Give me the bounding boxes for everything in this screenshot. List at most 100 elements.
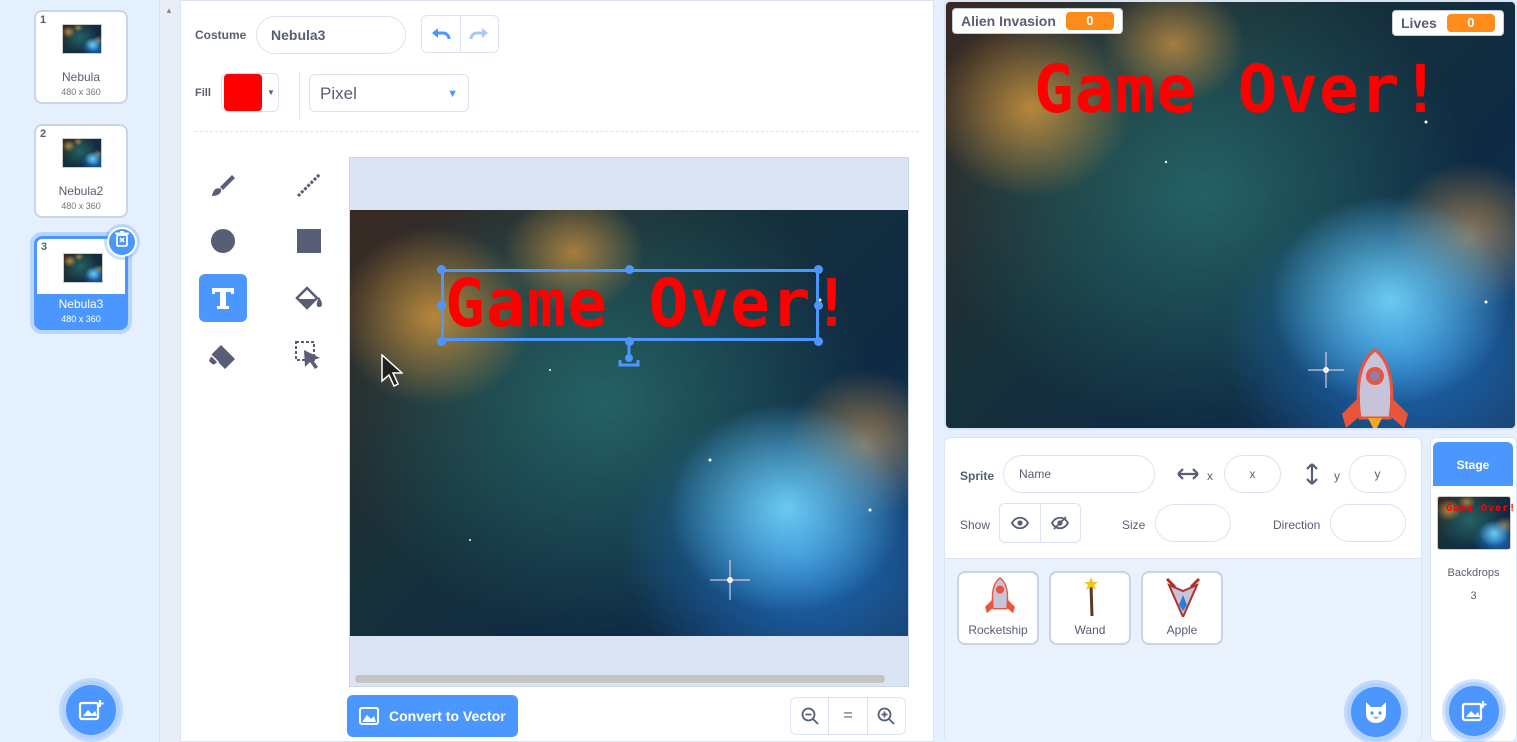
costume-name: Nebula [61, 70, 101, 84]
zoom-out-button[interactable] [791, 698, 828, 734]
backdrops-label: Backdrops [1447, 567, 1500, 579]
select-tool[interactable] [285, 331, 333, 379]
show-button[interactable] [1000, 504, 1040, 542]
line-tool[interactable] [285, 161, 333, 209]
direction-input[interactable] [1330, 504, 1406, 542]
monitor-value: 0 [1065, 12, 1114, 30]
variable-monitor-alien-invasion[interactable]: Alien Invasion 0 [952, 8, 1123, 34]
stage[interactable]: Alien Invasion 0 Lives 0 Game Over! [944, 0, 1517, 430]
zoom-in-icon [877, 707, 895, 725]
divider [195, 131, 919, 132]
zoom-out-icon [801, 707, 819, 725]
mouse-cursor-icon [381, 354, 403, 388]
rectangle-icon [297, 229, 321, 253]
costume-name: Nebula2 [58, 184, 104, 198]
resize-handle[interactable] [437, 301, 446, 310]
costume-tile-nebula2[interactable]: 2 Nebula2 480 x 360 [34, 124, 128, 218]
select-icon [295, 341, 320, 369]
fill-icon [295, 286, 322, 310]
costume-tile-nebula[interactable]: 1 Nebula 480 x 360 [34, 10, 128, 104]
resize-handle[interactable] [437, 265, 446, 274]
eye-slash-icon [1051, 516, 1070, 530]
undo-icon [431, 28, 451, 40]
sprite-name: Wand [1074, 623, 1106, 637]
monitor-value: 0 [1446, 14, 1495, 32]
divider [299, 71, 300, 119]
monitor-label: Alien Invasion [961, 13, 1056, 29]
sprite-tile-apple[interactable]: Apple [1141, 571, 1223, 645]
stage-thumbnail-text: Game Over! [1446, 503, 1517, 514]
rectangle-tool[interactable] [285, 217, 333, 265]
redo-button[interactable] [459, 16, 499, 52]
rotate-handle-icon[interactable] [618, 340, 640, 370]
circle-tool[interactable] [199, 217, 247, 265]
sprite-name-input[interactable]: Name [1003, 455, 1155, 493]
eraser-icon [208, 345, 235, 369]
sprite-name: Rocketship [968, 623, 1028, 637]
zoom-in-button[interactable] [866, 698, 905, 734]
costume-number: 3 [41, 241, 48, 253]
eraser-tool[interactable] [199, 331, 247, 379]
text-selection-box[interactable] [441, 269, 819, 341]
convert-button-label: Convert to Vector [389, 708, 506, 724]
zoom-controls: = [790, 697, 906, 735]
fill-color-swatch [224, 74, 262, 111]
spaceship-icon [1165, 577, 1201, 617]
costume-tile-nebula3[interactable]: 3 Nebula3 480 x 360 [34, 227, 137, 330]
cat-icon [1366, 702, 1386, 723]
bitmap-mode-dropdown[interactable]: Pixel ▼ [309, 74, 469, 112]
undo-button[interactable] [422, 16, 460, 52]
costume-name-input[interactable]: Nebula3 [256, 16, 406, 54]
paint-editor: Costume Nebula3 Fill ▼ Pixel ▼ Game Over… [180, 0, 934, 742]
rocketship-sprite-icon[interactable] [1338, 348, 1412, 430]
choose-costume-button[interactable] [62, 681, 120, 739]
backdrops-count: 3 [1470, 590, 1477, 602]
variable-monitor-lives[interactable]: Lives 0 [1392, 10, 1504, 36]
y-label: y [1334, 469, 1340, 483]
stage-selector[interactable]: Stage Game Over! Backdrops 3 [1430, 437, 1517, 742]
convert-to-vector-button[interactable]: Convert to Vector [347, 695, 518, 737]
zoom-reset-button[interactable]: = [828, 698, 866, 734]
redo-icon [469, 28, 489, 40]
wand-icon [1084, 577, 1098, 617]
rocketship-icon [985, 577, 1015, 614]
direction-label: Direction [1273, 518, 1321, 532]
y-input[interactable]: y [1349, 455, 1406, 493]
costume-number: 1 [40, 14, 47, 26]
sprite-name: Apple [1166, 623, 1198, 637]
resize-handle[interactable] [814, 265, 823, 274]
choose-sprite-button[interactable] [1347, 683, 1405, 741]
resize-handle[interactable] [814, 301, 823, 310]
sprite-tile-rocketship[interactable]: Rocketship [957, 571, 1039, 645]
resize-handle[interactable] [625, 265, 634, 274]
fill-tool[interactable] [285, 274, 333, 322]
size-input[interactable] [1155, 504, 1231, 542]
brush-icon [212, 175, 235, 196]
canvas-horizontal-scrollbar[interactable] [355, 675, 885, 683]
costume-name: Nebula3 [58, 297, 104, 311]
sprite-tile-wand[interactable]: Wand [1049, 571, 1131, 645]
add-costume-icon [78, 700, 104, 721]
mode-value: Pixel [320, 84, 357, 103]
delete-costume-button[interactable] [107, 227, 137, 257]
stage-game-over-text: Game Over! [1034, 51, 1442, 128]
brush-tool[interactable] [199, 161, 247, 209]
monitor-label: Lives [1401, 15, 1437, 31]
costume-list-scrollbar[interactable] [160, 0, 180, 742]
fill-color-picker[interactable]: ▼ [221, 73, 279, 112]
show-label: Show [960, 518, 991, 532]
x-input[interactable]: x [1224, 455, 1281, 493]
choose-backdrop-button[interactable] [1445, 682, 1503, 740]
resize-handle[interactable] [814, 337, 823, 346]
text-icon [212, 288, 234, 309]
costume-size: 480 x 360 [61, 87, 101, 97]
chevron-down-icon: ▼ [447, 88, 458, 100]
text-tool[interactable] [199, 274, 247, 322]
hide-button[interactable] [1039, 504, 1081, 542]
undo-redo-group [421, 15, 499, 53]
image-icon [359, 707, 379, 725]
paint-canvas[interactable]: Game Over! [349, 157, 909, 687]
resize-handle[interactable] [437, 337, 446, 346]
scroll-up-arrow-icon[interactable]: ▲ [165, 6, 173, 15]
line-icon [296, 172, 322, 198]
